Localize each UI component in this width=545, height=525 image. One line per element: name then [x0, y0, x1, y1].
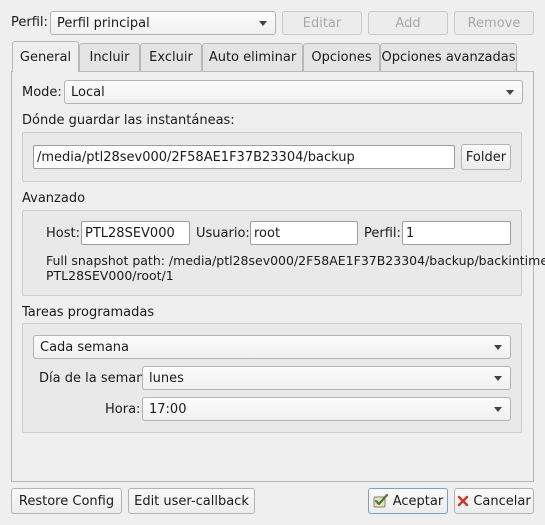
cancel-button[interactable]: Cancelar: [454, 488, 534, 514]
schedule-select-value: Cada semana: [40, 339, 130, 355]
mode-select-value: Local: [71, 84, 105, 100]
user-field[interactable]: root: [250, 221, 358, 245]
advanced-label: Avanzado: [22, 191, 86, 206]
chevron-down-icon: [494, 376, 502, 381]
chevron-down-icon: [259, 21, 267, 26]
profile-id-field[interactable]: 1: [402, 221, 511, 245]
user-label: Usuario:: [196, 226, 250, 241]
accept-button[interactable]: Aceptar: [368, 488, 448, 514]
chevron-down-icon: [506, 90, 514, 95]
chevron-down-icon: [494, 407, 502, 412]
tab-incluir[interactable]: Incluir: [79, 43, 140, 71]
edit-user-callback-button[interactable]: Edit user-callback: [128, 488, 255, 514]
snapshot-path-line-2: PTL28SEV000/root/1: [46, 268, 174, 283]
cancel-button-label: Cancelar: [473, 493, 531, 509]
hour-label: Hora:: [105, 402, 141, 417]
edit-profile-button[interactable]: Editar: [282, 11, 362, 35]
weekday-label: Día de la semana: [39, 371, 153, 386]
close-icon: [457, 495, 469, 507]
profile-label: Perfil:: [11, 15, 48, 30]
schedule-select[interactable]: Cada semana: [33, 335, 511, 359]
host-label: Host:: [46, 226, 80, 241]
mode-select[interactable]: Local: [64, 80, 523, 104]
accept-button-label: Aceptar: [392, 493, 444, 509]
tab-opciones-avanzadas[interactable]: Opciones avanzadas: [380, 43, 517, 71]
folder-button[interactable]: Folder: [461, 144, 511, 170]
tab-auto-eliminar[interactable]: Auto eliminar: [202, 43, 303, 71]
restore-config-button[interactable]: Restore Config: [11, 488, 122, 514]
tab-opciones[interactable]: Opciones: [303, 43, 380, 71]
chevron-down-icon: [494, 345, 502, 350]
profile-id-label: Perfil:: [364, 226, 401, 241]
mode-label: Mode:: [22, 85, 62, 100]
snapshot-path-line-1: Full snapshot path: /media/ptl28sev000/2…: [46, 253, 545, 268]
backup-path-field[interactable]: /media/ptl28sev000/2F58AE1F37B23304/back…: [33, 145, 455, 169]
add-profile-button[interactable]: Add: [368, 11, 448, 35]
hour-select-value: 17:00: [149, 401, 187, 417]
checkmark-icon: [373, 494, 389, 508]
tab-general[interactable]: General: [12, 41, 79, 72]
where-save-label: Dónde guardar las instantáneas:: [22, 113, 235, 128]
tab-excluir[interactable]: Excluir: [140, 43, 202, 71]
hour-select[interactable]: 17:00: [142, 397, 511, 421]
profile-select-value: Perfil principal: [57, 15, 150, 31]
weekday-select-value: lunes: [149, 370, 184, 386]
schedule-label: Tareas programadas: [22, 305, 155, 320]
weekday-select[interactable]: lunes: [142, 366, 511, 390]
profile-select[interactable]: Perfil principal: [50, 11, 276, 35]
remove-profile-button[interactable]: Remove: [454, 11, 534, 35]
host-field[interactable]: PTL28SEV000: [81, 221, 190, 245]
